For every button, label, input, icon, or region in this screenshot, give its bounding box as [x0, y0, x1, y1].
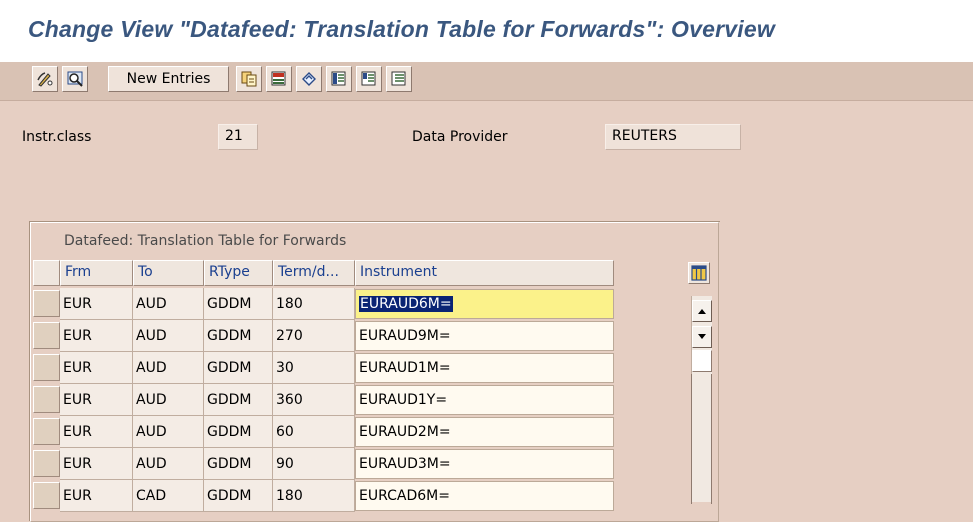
table-title: Datafeed: Translation Table for Forwards: [64, 233, 347, 249]
row-selector[interactable]: [33, 386, 60, 413]
row-selector[interactable]: [33, 290, 60, 317]
instrument-value: EURAUD9M=: [359, 328, 451, 344]
delete-button[interactable]: [266, 66, 292, 92]
column-header-instrument[interactable]: Instrument: [355, 260, 614, 286]
instrument-input[interactable]: EURCAD6M=: [355, 481, 614, 511]
cell-to: AUD: [133, 448, 204, 480]
details-icon: [66, 70, 84, 88]
scroll-thumb[interactable]: [692, 350, 712, 372]
instrument-value: EURAUD6M=: [359, 296, 453, 312]
cell-frm: EUR: [60, 448, 133, 480]
cell-to: CAD: [133, 480, 204, 512]
cell-frm: EUR: [60, 480, 133, 512]
row-selector[interactable]: [33, 354, 60, 381]
row-selector[interactable]: [33, 482, 60, 509]
cell-term: 90: [273, 448, 355, 480]
row-selector[interactable]: [33, 450, 60, 477]
cell-term: 60: [273, 416, 355, 448]
arrow-up-icon: [697, 303, 707, 319]
column-header-frm[interactable]: Frm: [60, 260, 133, 286]
instrument-input[interactable]: EURAUD3M=: [355, 449, 614, 479]
application-toolbar: New Entries: [0, 62, 973, 101]
cell-to: AUD: [133, 416, 204, 448]
cell-rtype: GDDM: [204, 288, 273, 320]
cell-term: 360: [273, 384, 355, 416]
cell-to: AUD: [133, 352, 204, 384]
scroll-down-button[interactable]: [692, 326, 712, 348]
undo-change-icon: [300, 70, 318, 88]
table-settings-button[interactable]: [688, 262, 710, 284]
arrow-down-icon: [697, 329, 707, 345]
cell-frm: EUR: [60, 384, 133, 416]
instrument-input[interactable]: EURAUD1Y=: [355, 385, 614, 415]
column-header-rtype[interactable]: RType: [204, 260, 273, 286]
delete-icon: [270, 70, 288, 88]
cell-rtype: GDDM: [204, 384, 273, 416]
instrument-input[interactable]: EURAUD9M=: [355, 321, 614, 351]
select-block-button[interactable]: [356, 66, 382, 92]
cell-rtype: GDDM: [204, 320, 273, 352]
cell-to: AUD: [133, 384, 204, 416]
page-title: Change View "Datafeed: Translation Table…: [28, 16, 775, 42]
select-all-button[interactable]: [326, 66, 352, 92]
data-provider-label: Data Provider: [412, 129, 508, 145]
cell-rtype: GDDM: [204, 352, 273, 384]
deselect-all-icon: [390, 70, 408, 88]
select-all-icon: [330, 70, 348, 88]
cell-term: 30: [273, 352, 355, 384]
undo-change-button[interactable]: [296, 66, 322, 92]
cell-frm: EUR: [60, 320, 133, 352]
cell-term: 270: [273, 320, 355, 352]
copy-as-button[interactable]: [236, 66, 262, 92]
cell-rtype: GDDM: [204, 416, 273, 448]
row-selector[interactable]: [33, 418, 60, 445]
display-change-button[interactable]: [32, 66, 58, 92]
cell-frm: EUR: [60, 352, 133, 384]
deselect-all-button[interactable]: [386, 66, 412, 92]
cell-to: AUD: [133, 288, 204, 320]
cell-term: 180: [273, 480, 355, 512]
column-header-to[interactable]: To: [133, 260, 204, 286]
instrument-value: EURAUD3M=: [359, 456, 451, 472]
title-bar: Change View "Datafeed: Translation Table…: [0, 0, 973, 62]
instr-class-field: 21: [218, 124, 258, 150]
cell-rtype: GDDM: [204, 480, 273, 512]
scroll-track-edge: [711, 374, 712, 504]
instrument-value: EURAUD2M=: [359, 424, 451, 440]
vertical-scrollbar[interactable]: [691, 296, 712, 504]
instr-class-label: Instr.class: [22, 129, 92, 145]
instrument-input[interactable]: EURAUD6M=: [355, 289, 614, 319]
copy-as-icon: [240, 70, 258, 88]
select-all-rows-button[interactable]: [33, 260, 60, 286]
cell-frm: EUR: [60, 416, 133, 448]
scroll-up-button[interactable]: [692, 300, 712, 322]
instrument-input[interactable]: EURAUD1M=: [355, 353, 614, 383]
table-settings-icon: [689, 265, 709, 287]
cell-rtype: GDDM: [204, 448, 273, 480]
cell-to: AUD: [133, 320, 204, 352]
instrument-input[interactable]: EURAUD2M=: [355, 417, 614, 447]
new-entries-button[interactable]: New Entries: [108, 66, 229, 92]
display-change-icon: [36, 70, 54, 88]
data-provider-field: REUTERS: [605, 124, 741, 150]
instrument-value: EURAUD1Y=: [359, 392, 448, 408]
scroll-track-edge: [691, 374, 692, 504]
instrument-value: EURAUD1M=: [359, 360, 451, 376]
column-header-term[interactable]: Term/d...: [273, 260, 355, 286]
details-button[interactable]: [62, 66, 88, 92]
cell-frm: EUR: [60, 288, 133, 320]
cell-term: 180: [273, 288, 355, 320]
select-block-icon: [360, 70, 378, 88]
row-selector[interactable]: [33, 322, 60, 349]
